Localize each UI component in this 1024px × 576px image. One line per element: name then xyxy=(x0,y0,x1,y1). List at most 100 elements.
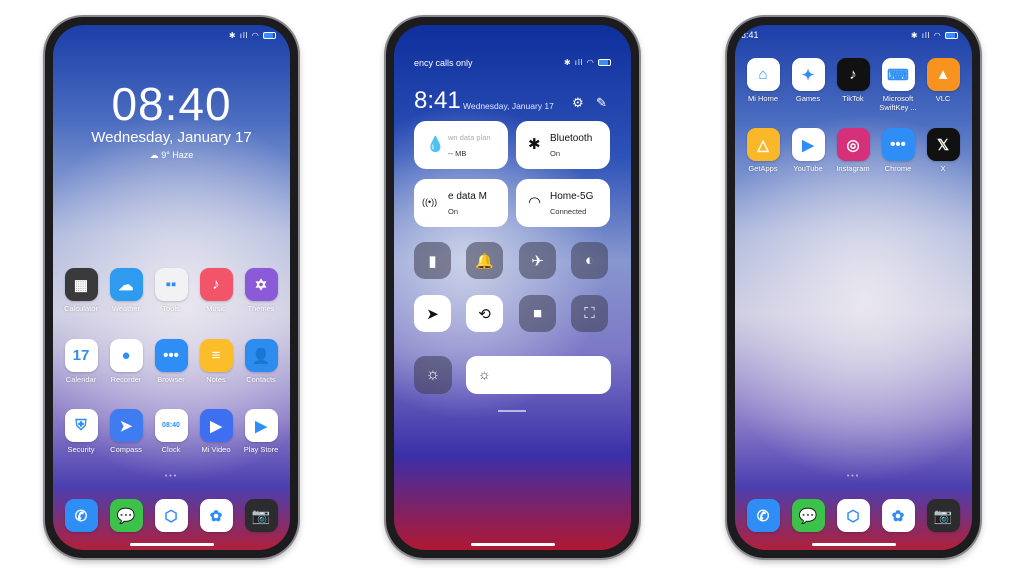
app-instagram[interactable]: ◎ Instagram xyxy=(831,128,875,173)
app-weather[interactable]: ☁ Weather xyxy=(104,268,148,313)
phone-home-2: 8:41 ✱ ıll ◠ ••• ✆ 💬 ⬡ ✿ 📷 ⌂ Mi Home ✦ Games ♪ Tik… xyxy=(727,17,980,558)
tile-status: On xyxy=(448,207,459,216)
rotation-lock-toggle[interactable]: ⟲ xyxy=(466,295,503,332)
app-messages-icon[interactable]: 💬 xyxy=(104,499,148,532)
mi-home-icon: ⌂ xyxy=(746,58,780,91)
app-music[interactable]: ♪ Music xyxy=(194,268,238,313)
location-icon: ➤ xyxy=(426,305,439,323)
app-tiktok[interactable]: ♪ TikTok xyxy=(831,58,875,103)
rotation-lock-icon: ⟲ xyxy=(478,305,491,323)
tile-wifi[interactable]: ◠ Home-5G Connected xyxy=(516,179,610,227)
tile-status: -- MB xyxy=(448,149,467,158)
vlc-icon: ▲ xyxy=(926,58,960,91)
app-themes[interactable]: ✡ Themes xyxy=(239,268,283,313)
app-chrome[interactable]: ••• Chrome xyxy=(876,128,920,173)
app-microsoft-swiftkey-[interactable]: ⌨ Microsoft SwiftKey ... xyxy=(876,58,920,112)
app-getapps[interactable]: △ GetApps xyxy=(741,128,785,173)
video-camera-icon: ■ xyxy=(532,305,543,322)
app-gallery-icon[interactable]: ✿ xyxy=(876,499,920,532)
wifi-icon: ◠ xyxy=(528,194,542,211)
home-indicator[interactable] xyxy=(129,543,214,546)
app-camera-icon[interactable]: 📷 xyxy=(239,499,283,532)
app-messages-icon[interactable]: 💬 xyxy=(786,499,830,532)
edit-icon[interactable]: ✎ xyxy=(596,95,607,111)
app-label: Mi Video xyxy=(201,445,231,454)
app-label: Clock xyxy=(161,445,181,454)
app-label: Recorder xyxy=(110,375,142,384)
messages-icon: 💬 xyxy=(791,499,825,532)
app-phone-icon[interactable]: ✆ xyxy=(59,499,103,532)
brightness-slider[interactable]: ☼ xyxy=(466,356,611,394)
clock: 08:40 xyxy=(111,78,232,130)
app-play-store[interactable]: ▶ Play Store xyxy=(239,409,283,454)
app-x[interactable]: 𝕏X xyxy=(921,128,965,173)
flashlight-toggle[interactable]: ▮ xyxy=(414,242,451,279)
app-youtube[interactable]: ▶ YouTube xyxy=(786,128,830,173)
app-label: Themes xyxy=(247,304,275,313)
app-label: Tools xyxy=(162,304,180,313)
status-icons: ✱ ıll ◠ xyxy=(564,58,611,67)
app-phone-icon[interactable]: ✆ xyxy=(741,499,785,532)
phone-icon: ✆ xyxy=(746,499,780,532)
weather-icon: ☁ xyxy=(109,268,143,301)
recorder-icon: ● xyxy=(109,339,143,372)
messages-icon: 💬 xyxy=(109,499,143,532)
app-recorder[interactable]: ● Recorder xyxy=(104,339,148,384)
app-browser[interactable]: ••• Browser xyxy=(149,339,193,384)
mi-video-icon: ▶ xyxy=(199,409,233,442)
app-label: VLC xyxy=(935,94,951,103)
app-label: Weather xyxy=(111,304,141,313)
app-mi-video[interactable]: ▶ Mi Video xyxy=(194,409,238,454)
themes-icon: ✡ xyxy=(244,268,278,301)
drag-handle[interactable] xyxy=(498,410,526,412)
weather-icon: ☁ xyxy=(149,150,162,160)
app-contacts[interactable]: 👤 Contacts xyxy=(239,339,283,384)
tile-title: Home-5G xyxy=(550,191,594,202)
browser-icon: ••• xyxy=(154,339,188,372)
app-calendar[interactable]: 17 Calendar xyxy=(59,339,103,384)
tile-status: On xyxy=(550,149,561,158)
dark-mode-toggle[interactable]: ◐ xyxy=(571,242,608,279)
app-label: Browser xyxy=(157,375,185,384)
screenshot-toggle[interactable]: ⛶ xyxy=(571,295,608,332)
airplane-toggle[interactable]: ✈ xyxy=(519,242,556,279)
app-clock[interactable]: 08:40 Clock xyxy=(149,409,193,454)
tile-status: Connected xyxy=(550,207,587,216)
page-indicator: ••• xyxy=(164,473,179,480)
phone-icon: ✆ xyxy=(64,499,98,532)
bell-toggle[interactable]: 🔔 xyxy=(466,242,503,279)
app-mi-browser-icon[interactable]: ⬡ xyxy=(149,499,193,532)
app-label: Calculator xyxy=(64,304,98,313)
app-calculator[interactable]: ▦ Calculator xyxy=(59,268,103,313)
dark-mode-icon: ◐ xyxy=(584,252,595,269)
settings-icon[interactable]: ⚙ xyxy=(572,95,584,111)
location-toggle[interactable]: ➤ xyxy=(414,295,451,332)
app-security[interactable]: ⛨ Security xyxy=(59,409,103,454)
brightness-auto-button[interactable]: ☼ xyxy=(414,356,452,394)
app-tools[interactable]: ▪▪ Tools xyxy=(149,268,193,313)
camera-icon: 📷 xyxy=(926,499,960,532)
app-vlc[interactable]: ▲ VLC xyxy=(921,58,965,103)
app-gallery-icon[interactable]: ✿ xyxy=(194,499,238,532)
app-label: TikTok xyxy=(842,94,864,103)
app-games[interactable]: ✦ Games xyxy=(786,58,830,103)
tile-water-drop[interactable]: 💧 wn data plan -- MB xyxy=(414,121,508,169)
swiftkey-icon: ⌨ xyxy=(881,58,915,91)
app-mi-home[interactable]: ⌂ Mi Home xyxy=(741,58,785,103)
airplane-icon: ✈ xyxy=(531,252,544,270)
bluetooth-icon: ✱ xyxy=(528,136,541,153)
home-indicator[interactable] xyxy=(811,543,896,546)
app-label: YouTube xyxy=(793,164,823,173)
flashlight-icon: ▮ xyxy=(428,252,437,270)
app-camera-icon[interactable]: 📷 xyxy=(921,499,965,532)
video-camera-toggle[interactable]: ■ xyxy=(519,295,556,332)
tile-mobile-data[interactable]: ((•)) e data M On xyxy=(414,179,508,227)
app-notes[interactable]: ≡ Notes xyxy=(194,339,238,384)
home-indicator[interactable] xyxy=(470,543,555,546)
tile-bluetooth[interactable]: ✱ Bluetooth On xyxy=(516,121,610,169)
app-mi-browser-icon[interactable]: ⬡ xyxy=(831,499,875,532)
chrome-icon: ••• xyxy=(881,128,915,161)
instagram-icon: ◎ xyxy=(836,128,870,161)
app-label: Games xyxy=(795,94,821,103)
app-compass[interactable]: ➤ Compass xyxy=(104,409,148,454)
